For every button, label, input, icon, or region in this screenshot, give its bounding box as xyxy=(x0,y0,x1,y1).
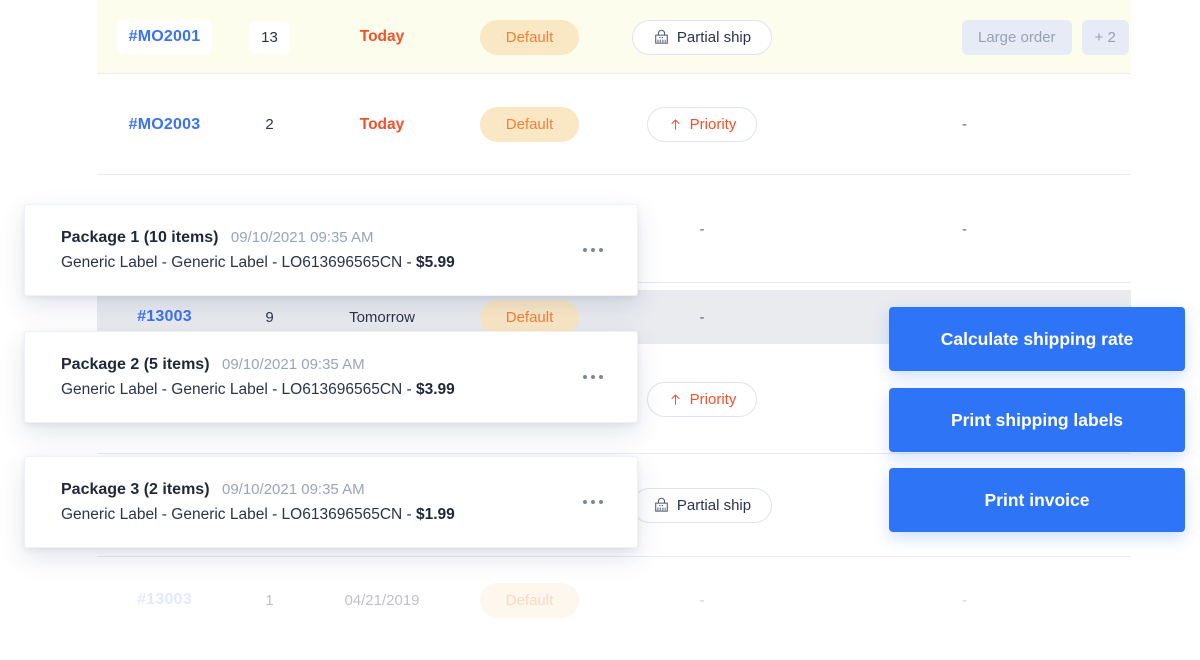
tags-cell: - xyxy=(802,221,1131,238)
shipping-badge-label: Priority xyxy=(689,116,737,133)
package-timestamp: 09/10/2021 09:35 AM xyxy=(221,355,365,373)
package-price: $3.99 xyxy=(415,380,455,398)
package-card[interactable]: Package 3 (2 items) 09/10/2021 09:35 AM … xyxy=(24,456,638,548)
calculate-shipping-rate-button[interactable]: Calculate shipping rate xyxy=(889,307,1185,371)
package-box-icon xyxy=(653,497,670,514)
package-more-menu-icon[interactable] xyxy=(577,238,609,262)
package-timestamp: 09/10/2021 09:35 AM xyxy=(230,228,374,246)
shipping-empty: - xyxy=(699,591,705,609)
tags-cell: - xyxy=(802,592,1131,609)
due-date-value: 04/21/2019 xyxy=(344,591,420,609)
table-row[interactable]: #MO2001 13 Today Default Partial ship La… xyxy=(97,0,1131,74)
package-card[interactable]: Package 2 (5 items) 09/10/2021 09:35 AM … xyxy=(24,331,638,423)
status-badge[interactable]: Default xyxy=(479,19,580,55)
quantity-value: 13 xyxy=(261,28,278,46)
status-cell: Default xyxy=(457,299,602,335)
package-title: Package 1 (10 items) xyxy=(61,228,219,246)
arrow-up-icon xyxy=(668,117,683,132)
shipping-cell: Partial ship xyxy=(602,19,802,55)
print-shipping-labels-button[interactable]: Print shipping labels xyxy=(889,388,1185,452)
date-wrap: Today xyxy=(348,20,417,54)
date-cell: Today xyxy=(307,20,457,54)
package-box-icon xyxy=(653,29,670,46)
package-header: Package 2 (5 items) 09/10/2021 09:35 AM xyxy=(61,356,577,374)
tag-overflow-count[interactable]: + 2 xyxy=(1081,19,1129,55)
shipping-badge-label: Partial ship xyxy=(676,28,752,46)
package-details: Package 2 (5 items) 09/10/2021 09:35 AM … xyxy=(61,356,577,399)
tag-large-order[interactable]: Large order xyxy=(962,19,1072,55)
quantity-cell: 9 xyxy=(232,309,307,326)
tags-cell: - xyxy=(802,116,1131,133)
status-badge[interactable]: Default xyxy=(479,107,580,142)
order-cell: #MO2001 xyxy=(97,20,232,54)
order-id-link[interactable]: #MO2003 xyxy=(129,116,201,134)
date-cell: Today xyxy=(307,116,457,134)
shipping-badge[interactable]: Priority xyxy=(646,107,758,142)
status-badge[interactable]: Default xyxy=(479,299,580,335)
shipping-badge[interactable]: Priority xyxy=(646,381,758,417)
order-cell: #13003 xyxy=(97,308,232,326)
package-carrier-tracking: Generic Label - Generic Label - LO613696… xyxy=(61,380,416,398)
quantity-cell: 2 xyxy=(232,116,307,133)
tag-empty: - xyxy=(962,220,967,238)
due-date-value: Today xyxy=(359,28,405,45)
status-cell: Default xyxy=(457,19,602,55)
due-date-value: Tomorrow xyxy=(349,308,415,326)
package-timestamp: 09/10/2021 09:35 AM xyxy=(221,480,365,498)
order-cell: #13003 xyxy=(97,591,232,609)
package-price: $1.99 xyxy=(415,505,455,523)
package-carrier-line: Generic Label - Generic Label - LO613696… xyxy=(61,506,577,524)
package-title: Package 2 (5 items) xyxy=(61,355,210,373)
order-id-link[interactable]: #13003 xyxy=(137,591,192,609)
tag-empty: - xyxy=(962,591,967,609)
quantity-value: 1 xyxy=(265,591,274,609)
package-carrier-tracking: Generic Label - Generic Label - LO613696… xyxy=(61,505,416,523)
shipping-empty: - xyxy=(699,220,705,238)
shipping-badge[interactable]: Partial ship xyxy=(631,19,773,55)
status-cell: Default xyxy=(457,582,602,618)
quantity-value: 9 xyxy=(265,308,274,326)
quantity-cell: 1 xyxy=(232,592,307,609)
shipping-cell: - xyxy=(602,309,802,326)
status-badge[interactable]: Default xyxy=(479,582,580,618)
table-row[interactable]: #13003 1 04/21/2019 Default - - xyxy=(97,557,1131,643)
date-cell: Tomorrow xyxy=(307,309,457,326)
shipping-empty: - xyxy=(699,308,705,326)
package-price: $5.99 xyxy=(415,253,455,271)
tag-empty: - xyxy=(962,116,967,133)
shipping-badge-label: Priority xyxy=(689,390,737,408)
package-details: Package 3 (2 items) 09/10/2021 09:35 AM … xyxy=(61,481,577,524)
order-link-wrap[interactable]: #MO2001 xyxy=(116,20,213,54)
package-details: Package 1 (10 items) 09/10/2021 09:35 AM… xyxy=(61,229,577,272)
order-id-link[interactable]: #MO2001 xyxy=(129,28,201,46)
package-more-menu-icon[interactable] xyxy=(577,365,609,389)
shipping-badge[interactable]: Partial ship xyxy=(631,488,773,523)
package-carrier-line: Generic Label - Generic Label - LO613696… xyxy=(61,254,577,272)
arrow-up-icon xyxy=(668,392,683,407)
date-cell: 04/21/2019 xyxy=(307,592,457,609)
print-invoice-button[interactable]: Print invoice xyxy=(889,468,1185,532)
order-cell: #MO2003 xyxy=(97,116,232,134)
shipping-badge-label: Partial ship xyxy=(676,497,752,514)
quantity-cell: 13 xyxy=(232,20,307,54)
shipping-cell: - xyxy=(602,592,802,609)
package-header: Package 3 (2 items) 09/10/2021 09:35 AM xyxy=(61,481,577,499)
package-more-menu-icon[interactable] xyxy=(577,490,609,514)
tags-cell: Large order + 2 xyxy=(802,19,1131,55)
table-row[interactable]: #MO2003 2 Today Default Priority - xyxy=(97,74,1131,175)
package-card[interactable]: Package 1 (10 items) 09/10/2021 09:35 AM… xyxy=(24,204,638,296)
shipping-cell: Priority xyxy=(602,107,802,142)
quantity-wrap: 13 xyxy=(249,20,290,54)
package-header: Package 1 (10 items) 09/10/2021 09:35 AM xyxy=(61,229,577,247)
quantity-value: 2 xyxy=(265,116,274,133)
status-cell: Default xyxy=(457,107,602,142)
due-date-value: Today xyxy=(359,115,405,133)
shipping-orders-screen: #MO2001 13 Today Default Partial ship La… xyxy=(0,0,1200,660)
order-id-link[interactable]: #13003 xyxy=(137,308,192,326)
package-carrier-tracking: Generic Label - Generic Label - LO613696… xyxy=(61,253,416,271)
package-title: Package 3 (2 items) xyxy=(61,480,210,498)
package-carrier-line: Generic Label - Generic Label - LO613696… xyxy=(61,381,577,399)
